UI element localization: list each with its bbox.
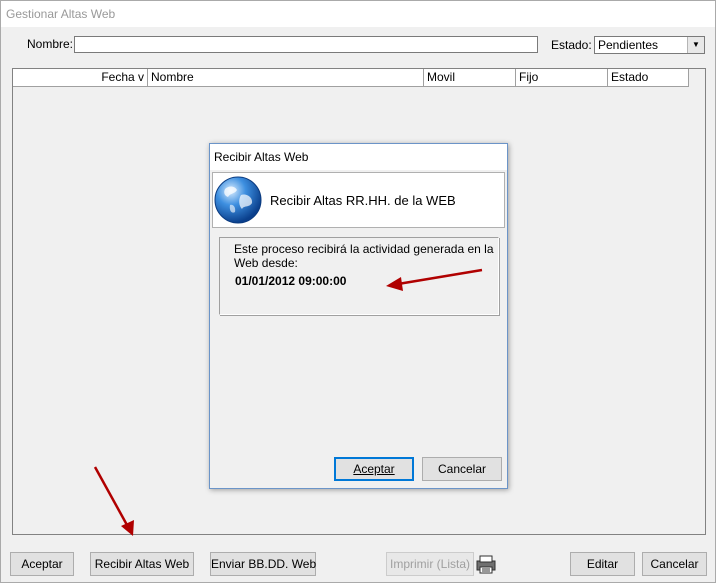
globe-icon: [213, 175, 263, 225]
dialog-cancelar-button[interactable]: Cancelar: [422, 457, 502, 481]
start-date-value: 01/01/2012 09:00:00: [235, 274, 347, 288]
enviar-bbdd-web-button[interactable]: Enviar BB.DD. Web: [210, 552, 316, 576]
nombre-input[interactable]: [74, 36, 538, 53]
dialog-title: Recibir Altas Web: [210, 144, 507, 170]
recibir-altas-web-button[interactable]: Recibir Altas Web: [90, 552, 194, 576]
dialog-aceptar-label: Aceptar: [353, 462, 395, 476]
recibir-altas-dialog: Recibir Altas Web Recibir Altas RR.HH. d…: [209, 143, 508, 489]
editar-button[interactable]: Editar: [570, 552, 635, 576]
info-text: Este proceso recibirá la actividad gener…: [234, 242, 494, 270]
column-header-movil[interactable]: Movil: [424, 69, 516, 86]
grid-header: Fecha v Nombre Movil Fijo Estado: [13, 69, 689, 87]
estado-select[interactable]: Pendientes ▼: [594, 36, 705, 54]
column-header-fijo[interactable]: Fijo: [516, 69, 608, 86]
imprimir-lista-button[interactable]: Imprimir (Lista): [386, 552, 474, 576]
column-header-fecha[interactable]: Fecha v: [13, 69, 148, 86]
info-panel: Este proceso recibirá la actividad gener…: [219, 237, 499, 315]
column-header-nombre[interactable]: Nombre: [148, 69, 424, 86]
estado-label: Estado:: [551, 38, 592, 52]
printer-icon[interactable]: [475, 553, 497, 575]
aceptar-button[interactable]: Aceptar: [10, 552, 74, 576]
chevron-down-icon[interactable]: ▼: [687, 37, 704, 53]
column-header-estado[interactable]: Estado: [608, 69, 689, 86]
nombre-label: Nombre:: [27, 37, 74, 51]
cancelar-button[interactable]: Cancelar: [642, 552, 707, 576]
window-title: Gestionar Altas Web: [1, 1, 715, 27]
estado-selected-value: Pendientes: [598, 38, 659, 52]
dialog-aceptar-button[interactable]: Aceptar: [334, 457, 414, 481]
dialog-header-text: Recibir Altas RR.HH. de la WEB: [270, 193, 456, 208]
dialog-header: Recibir Altas RR.HH. de la WEB: [212, 172, 505, 228]
